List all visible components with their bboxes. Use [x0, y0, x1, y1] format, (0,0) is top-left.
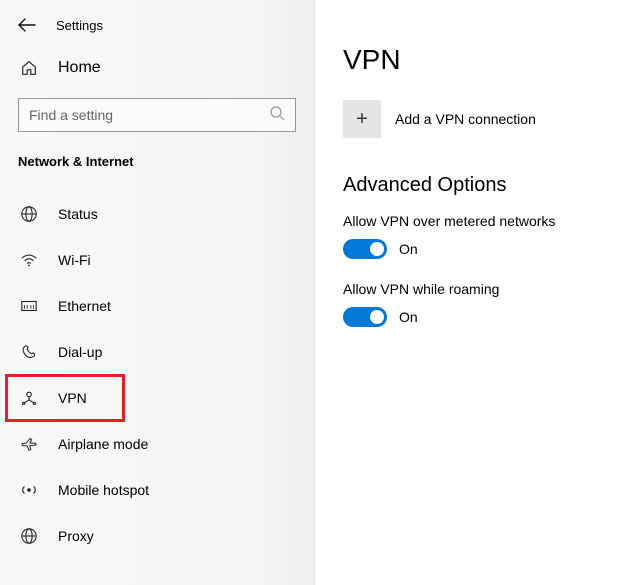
sidebar-item-ethernet[interactable]: Ethernet	[0, 283, 314, 329]
hotspot-icon	[18, 480, 40, 500]
toggle-switch-icon	[343, 239, 387, 259]
home-label: Home	[58, 59, 101, 77]
proxy-icon	[18, 526, 40, 546]
sidebar-item-wifi[interactable]: Wi-Fi	[0, 237, 314, 283]
sidebar-item-label: Wi-Fi	[58, 252, 91, 268]
wifi-icon	[18, 250, 40, 270]
section-header: Network & Internet	[0, 132, 314, 179]
sidebar-item-label: Proxy	[58, 528, 94, 544]
option-metered-label: Allow VPN over metered networks	[343, 213, 601, 229]
airplane-icon	[18, 434, 40, 454]
sidebar-item-proxy[interactable]: Proxy	[0, 513, 314, 559]
toggle-roaming[interactable]: On	[343, 307, 601, 327]
sidebar-item-label: Dial-up	[58, 344, 102, 360]
sidebar-item-hotspot[interactable]: Mobile hotspot	[0, 467, 314, 513]
sidebar-item-vpn[interactable]: VPN	[6, 375, 124, 421]
sidebar-item-label: Airplane mode	[58, 436, 148, 452]
sidebar: Settings Home Network & Internet Stat	[0, 0, 315, 585]
add-vpn-button[interactable]: + Add a VPN connection	[343, 100, 601, 138]
back-arrow-icon	[18, 18, 36, 32]
toggle-state: On	[399, 241, 418, 257]
search-icon	[269, 105, 285, 126]
dialup-icon	[18, 342, 40, 362]
sidebar-item-label: Status	[58, 206, 98, 222]
sidebar-item-label: Ethernet	[58, 298, 111, 314]
sidebar-item-home[interactable]: Home	[0, 48, 314, 88]
sidebar-item-label: Mobile hotspot	[58, 482, 149, 498]
sidebar-item-dialup[interactable]: Dial-up	[0, 329, 314, 375]
toggle-metered[interactable]: On	[343, 239, 601, 259]
sidebar-item-status[interactable]: Status	[0, 191, 314, 237]
main-content: VPN + Add a VPN connection Advanced Opti…	[315, 0, 621, 585]
sidebar-item-label: VPN	[58, 390, 87, 406]
search-box[interactable]	[18, 98, 296, 132]
vpn-icon	[18, 388, 40, 408]
page-title: VPN	[343, 44, 601, 76]
back-button[interactable]	[18, 16, 36, 34]
toggle-state: On	[399, 309, 418, 325]
window-title: Settings	[56, 18, 103, 33]
search-input[interactable]	[29, 107, 269, 123]
add-vpn-label: Add a VPN connection	[395, 111, 536, 127]
option-roaming-label: Allow VPN while roaming	[343, 281, 601, 297]
globe-icon	[18, 204, 40, 224]
sidebar-item-airplane[interactable]: Airplane mode	[0, 421, 314, 467]
plus-icon: +	[343, 100, 381, 138]
toggle-switch-icon	[343, 307, 387, 327]
advanced-options-header: Advanced Options	[343, 174, 601, 197]
ethernet-icon	[18, 296, 40, 316]
home-icon	[18, 58, 40, 78]
